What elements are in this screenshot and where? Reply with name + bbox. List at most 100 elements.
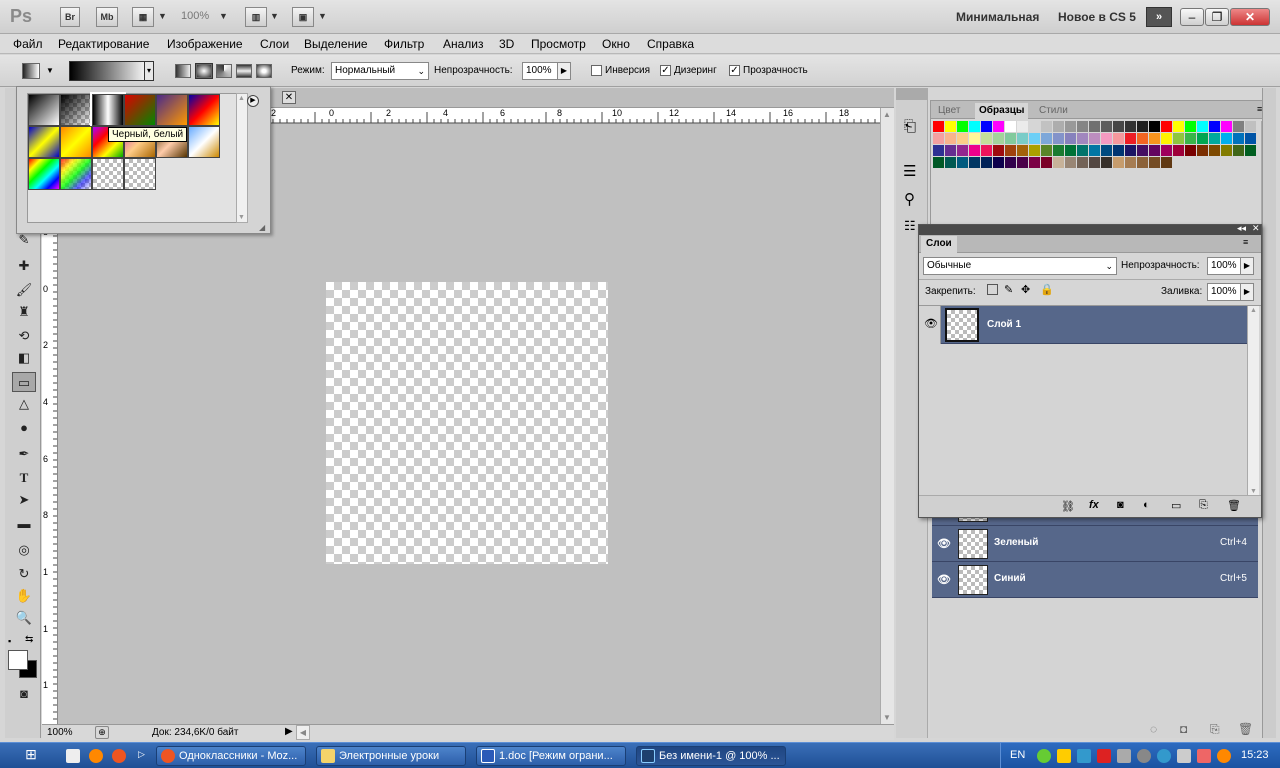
color-swatch[interactable]: [957, 157, 968, 168]
color-swatch[interactable]: [945, 145, 956, 156]
tab-styles[interactable]: Стили: [1035, 103, 1072, 119]
zoom-level[interactable]: 100%: [181, 10, 209, 22]
rectangle-tool-icon[interactable]: ▬: [12, 514, 36, 534]
language-indicator[interactable]: EN: [1010, 749, 1025, 761]
quick-mask-icon[interactable]: ◙: [12, 684, 36, 704]
dither-checkbox[interactable]: ✓: [660, 65, 671, 76]
color-swatch[interactable]: [1065, 157, 1076, 168]
color-swatch[interactable]: [1185, 133, 1196, 144]
color-swatch[interactable]: [1125, 145, 1136, 156]
color-swatch[interactable]: [1137, 133, 1148, 144]
adjustment-layer-icon[interactable]: ◐: [1143, 499, 1150, 511]
color-swatch[interactable]: [1245, 145, 1256, 156]
eye-icon[interactable]: 👁: [937, 537, 951, 550]
restore-icon[interactable]: ❐: [1205, 8, 1229, 26]
color-swatch[interactable]: [1005, 133, 1016, 144]
color-swatch[interactable]: [981, 145, 992, 156]
color-swatch[interactable]: [1005, 121, 1016, 132]
collapse-icon[interactable]: ◂◂: [1237, 223, 1246, 234]
eye-icon[interactable]: 👁: [924, 317, 938, 330]
layer-row[interactable]: 👁 Слой 1: [919, 306, 1247, 344]
gradient-swatch[interactable]: [28, 158, 60, 190]
delete-channel-icon[interactable]: 🗑: [1238, 722, 1253, 736]
color-swatch[interactable]: [1041, 157, 1052, 168]
color-swatch[interactable]: [1017, 145, 1028, 156]
menu-window[interactable]: Окно: [602, 37, 630, 51]
color-swatch[interactable]: [933, 121, 944, 132]
color-swatch[interactable]: [969, 133, 980, 144]
taskbar-item-folder[interactable]: Электронные уроки: [316, 746, 466, 766]
color-swatch[interactable]: [1077, 133, 1088, 144]
dock-scrollbar[interactable]: [1262, 88, 1276, 738]
color-swatch[interactable]: [1041, 121, 1052, 132]
color-swatch[interactable]: [981, 121, 992, 132]
scroll-down-icon[interactable]: ▼: [238, 214, 245, 221]
view-extras-icon[interactable]: ▦: [132, 7, 154, 27]
tool-preset-icon[interactable]: [22, 63, 40, 79]
menu-image[interactable]: Изображение: [167, 37, 243, 51]
start-button[interactable]: ⊞: [20, 746, 42, 766]
document-vertical-scrollbar[interactable]: ▲ ▼: [880, 108, 894, 724]
color-swatch[interactable]: [1077, 121, 1088, 132]
quicklaunch-more-icon[interactable]: ▷: [138, 749, 145, 760]
color-swatch[interactable]: [933, 145, 944, 156]
layer-opacity-slider-toggle[interactable]: ▶: [1240, 257, 1254, 275]
color-swatch[interactable]: [1053, 157, 1064, 168]
color-swatch[interactable]: [1101, 157, 1112, 168]
scroll-down-icon[interactable]: ▼: [1250, 488, 1257, 495]
tab-swatches[interactable]: Образцы: [975, 103, 1029, 119]
color-swatch[interactable]: [1161, 157, 1172, 168]
color-swatch[interactable]: [1113, 121, 1124, 132]
color-swatch[interactable]: [993, 145, 1004, 156]
taskbar-item-word[interactable]: 1.doc [Режим ограни...: [476, 746, 626, 766]
scroll-up-icon[interactable]: ▲: [238, 95, 245, 102]
color-swatch[interactable]: [1089, 121, 1100, 132]
color-swatch[interactable]: [1245, 133, 1256, 144]
color-swatch[interactable]: [1221, 121, 1232, 132]
color-swatch[interactable]: [1029, 133, 1040, 144]
minimize-icon[interactable]: –: [1180, 8, 1204, 26]
new-channel-icon[interactable]: ⎘: [1210, 722, 1220, 737]
color-swatch[interactable]: [1113, 133, 1124, 144]
tray-icon[interactable]: [1197, 749, 1211, 763]
color-swatch[interactable]: [1209, 145, 1220, 156]
opacity-input[interactable]: 100%: [522, 62, 558, 80]
bluetooth-icon[interactable]: [1157, 749, 1171, 763]
transparency-checkbox[interactable]: ✓: [729, 65, 740, 76]
color-swatch[interactable]: [1065, 121, 1076, 132]
gradient-swatch[interactable]: [188, 126, 220, 158]
color-swatch[interactable]: [1233, 121, 1244, 132]
close-icon[interactable]: ✕: [1252, 223, 1260, 234]
color-swatch[interactable]: [1209, 121, 1220, 132]
bridge-button[interactable]: Br: [60, 7, 80, 27]
color-swatch[interactable]: [1029, 157, 1040, 168]
gradient-swatch[interactable]: [28, 94, 60, 126]
angle-gradient-icon[interactable]: [216, 64, 232, 78]
color-swatch[interactable]: [1197, 121, 1208, 132]
clock[interactable]: 15:23: [1241, 749, 1269, 761]
color-swatch[interactable]: [1137, 121, 1148, 132]
hand-tool-icon[interactable]: ✋: [12, 586, 36, 606]
color-swatch[interactable]: [981, 133, 992, 144]
mini-bridge-button[interactable]: Mb: [96, 7, 118, 27]
swap-colors-icon[interactable]: ⇆: [25, 634, 33, 645]
color-swatch[interactable]: [1197, 133, 1208, 144]
gradient-swatch[interactable]: [188, 94, 220, 126]
tray-icon[interactable]: [1097, 749, 1111, 763]
color-swatch[interactable]: [1233, 145, 1244, 156]
color-swatch[interactable]: [945, 121, 956, 132]
workspace-minimal[interactable]: Минимальная: [956, 10, 1039, 24]
color-swatch[interactable]: [1053, 121, 1064, 132]
menu-select[interactable]: Выделение: [304, 37, 368, 51]
3d-rotate-tool-icon[interactable]: ◎: [12, 540, 36, 560]
panel-menu-icon[interactable]: ≡: [1243, 237, 1248, 247]
3d-orbit-tool-icon[interactable]: ↻: [12, 564, 36, 584]
color-swatch[interactable]: [1053, 133, 1064, 144]
close-document-icon[interactable]: ✕: [282, 91, 296, 104]
blur-tool-icon[interactable]: △: [12, 394, 36, 414]
dodge-tool-icon[interactable]: ●: [12, 418, 36, 438]
mode-select[interactable]: Нормальный ⌄: [331, 62, 429, 80]
adjustments-panel-icon[interactable]: ☰: [903, 162, 916, 180]
tray-icon[interactable]: [1037, 749, 1051, 763]
color-swatch[interactable]: [1017, 121, 1028, 132]
